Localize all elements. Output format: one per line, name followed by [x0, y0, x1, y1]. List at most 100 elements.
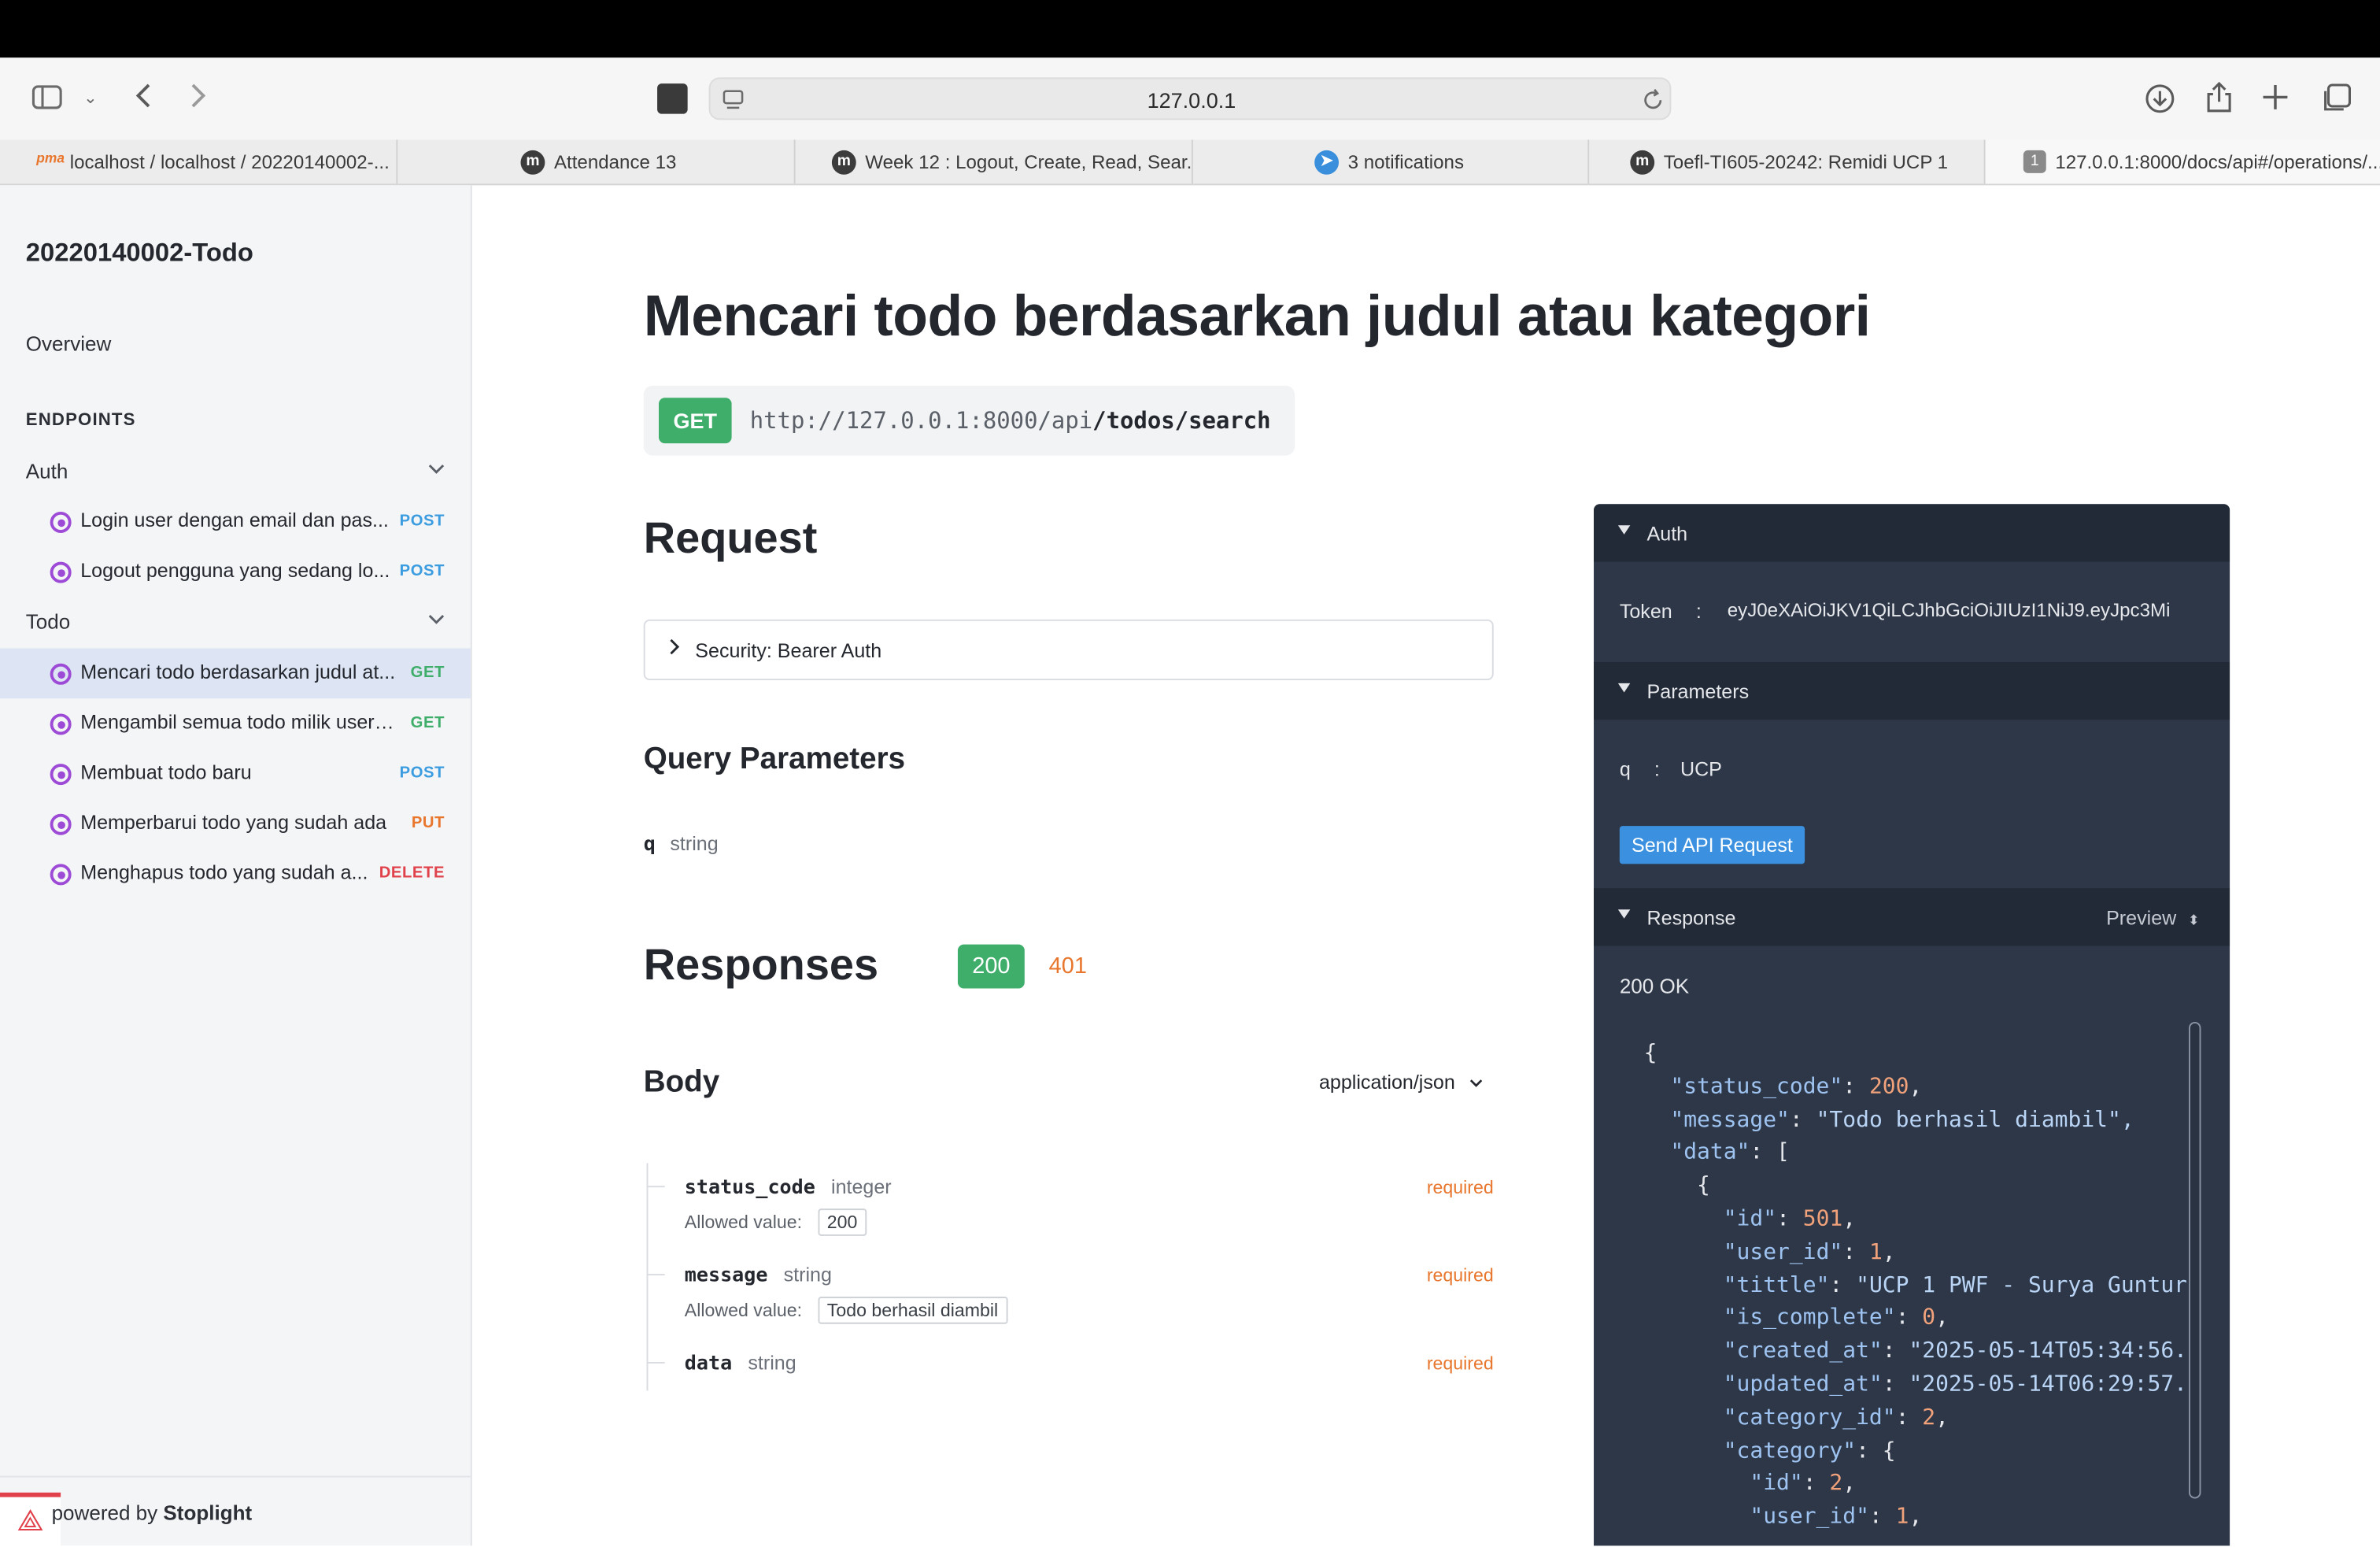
separator: : [1654, 757, 1660, 781]
sidebar-item-login[interactable]: Login user dengan email dan pas... POST [0, 497, 471, 547]
method-badge: PUT [411, 813, 445, 832]
new-tab-icon[interactable] [2262, 83, 2289, 116]
token-row: Token : [1620, 600, 1702, 623]
endpoint-url: http://127.0.0.1:8000/api/todos/search [750, 407, 1271, 435]
body-heading: Body [643, 1065, 720, 1100]
sidebar-item-get-todos[interactable]: Mengambil semua todo milik user ... GET [0, 698, 471, 749]
moodle-icon: m [520, 150, 545, 175]
json-line: "message": "Todo berhasil diambil", [1670, 1108, 2134, 1132]
sidebar: 20220140002-Todo Overview ENDPOINTS Auth… [0, 185, 472, 1547]
tab-week12[interactable]: m Week 12 : Logout, Create, Read, Sear..… [796, 139, 1193, 184]
field-data: data string required [646, 1349, 1494, 1391]
tab-toefl[interactable]: m Toefl-TI605-20242: Remidi UCP 1 [1589, 139, 1986, 184]
response-tab-200[interactable]: 200 [957, 944, 1025, 989]
tab-attendance[interactable]: m Attendance 13 [397, 139, 796, 184]
endpoint-label: Logout pengguna yang sedang lo... [80, 558, 390, 582]
field-status-code: status_code integer required Allowed val… [646, 1172, 1494, 1248]
json-line: "category": { [1723, 1438, 1896, 1464]
moodle-icon: m [831, 150, 856, 175]
param-type: string [670, 831, 719, 855]
parameters-section-header[interactable]: Parameters [1594, 661, 2230, 720]
back-icon[interactable] [134, 82, 152, 114]
json-line: "updated_at": "2025-05-14T06:29:57. [1723, 1372, 2188, 1397]
allowed-label: Allowed value: [684, 1212, 803, 1234]
endpoint-label: Mengambil semua todo milik user ... [80, 710, 397, 734]
tab-notifications[interactable]: ➤ 3 notifications [1193, 139, 1590, 184]
json-line: "user_id": 1, [1723, 1240, 1896, 1265]
tab-phpmyadmin[interactable]: pma localhost / localhost / 20220140002-… [0, 139, 398, 184]
send-api-request-button[interactable]: Send API Request [1619, 826, 1805, 864]
sidebar-item-overview[interactable]: Overview [26, 332, 112, 355]
forward-icon[interactable] [190, 82, 208, 114]
sidebar-group-todo[interactable]: Todo [26, 610, 445, 633]
sidebar-item-delete-todo[interactable]: Menghapus todo yang sudah a... DELETE [0, 849, 471, 899]
required-label: required [1426, 1264, 1494, 1286]
endpoint-icon [50, 713, 72, 735]
json-line: "user_id": 1, [1750, 1504, 1923, 1530]
menu-bar [0, 0, 2380, 58]
json-line: "is_complete": 0, [1723, 1306, 1949, 1331]
tab-label: Attendance 13 [553, 151, 677, 173]
response-json: { "status_code": 200, "message": "Todo b… [1644, 1038, 2187, 1535]
caret-down-icon [1617, 909, 1631, 919]
field-name: message [684, 1264, 768, 1288]
field-type: integer [830, 1175, 892, 1198]
field-message: message string required Allowed value: T… [646, 1260, 1494, 1336]
sidebar-item-search-todo[interactable]: Mencari todo berdasarkan judul at... GET [0, 648, 471, 699]
chevron-right-icon [668, 638, 680, 661]
telegram-icon: ➤ [1314, 150, 1340, 175]
json-line: "id": 2, [1750, 1471, 1857, 1497]
method-badge: DELETE [379, 864, 445, 883]
token-label: Token [1619, 599, 1672, 623]
auth-section-header[interactable]: Auth [1594, 504, 2230, 562]
footer-prefix: powered by [51, 1501, 164, 1525]
method-badge: POST [399, 561, 445, 580]
chevron-down-icon[interactable]: ⌄ [83, 85, 98, 113]
sidebar-toggle-icon[interactable] [31, 85, 63, 114]
endpoint-label: Login user dengan email dan pas... [80, 509, 389, 532]
response-status: 200 OK [1619, 975, 1690, 998]
caret-down-icon [1617, 525, 1631, 535]
sidebar-item-create-todo[interactable]: Membuat todo baru POST [0, 749, 471, 799]
share-icon[interactable] [2205, 80, 2233, 118]
caret-down-icon [1617, 683, 1631, 693]
json-line: "id": 501, [1723, 1207, 1857, 1232]
reload-icon[interactable] [1643, 88, 1664, 119]
param-input[interactable]: UCP [1680, 757, 1722, 780]
sidebar-group-auth[interactable]: Auth [26, 460, 445, 483]
allowed-value: 200 [818, 1208, 867, 1236]
preview-select[interactable]: Preview ⬍ [2106, 906, 2199, 929]
security-accordion[interactable]: Security: Bearer Auth [643, 619, 1494, 681]
separator: : [1695, 599, 1702, 623]
preview-label: Preview [2106, 906, 2177, 930]
endpoint-label: Memperbarui todo yang sudah ada [80, 810, 387, 834]
phpmyadmin-icon: pma [36, 150, 65, 166]
group-label: Todo [25, 610, 71, 634]
address-bar[interactable]: 127.0.0.1 [708, 77, 1672, 120]
tab-label: Week 12 : Logout, Create, Read, Sear... [865, 151, 1193, 173]
endpoint-icon [50, 764, 72, 786]
sidebar-item-update-todo[interactable]: Memperbarui todo yang sudah ada PUT [0, 798, 471, 849]
endpoint-icon [50, 663, 72, 685]
json-scrollbar[interactable] [2189, 1021, 2201, 1499]
tab-api-docs[interactable]: 1 127.0.0.1:8000/docs/api#/operations/..… [1985, 139, 2380, 184]
download-icon[interactable] [2145, 83, 2175, 118]
chevron-down-icon [428, 612, 445, 630]
token-input[interactable]: eyJ0eXAiOiJKV1QiLCJhbGciOiJIUzI1NiJ9.eyJ… [1728, 600, 2213, 621]
endpoint-icon [50, 561, 72, 583]
response-section-header[interactable]: Response Preview ⬍ [1594, 888, 2230, 946]
footer-brand: Stoplight [163, 1501, 253, 1525]
tree-tick [646, 1186, 665, 1188]
allowed-value: Todo berhasil diambil [818, 1297, 1007, 1324]
json-line: "data": [ [1670, 1141, 1790, 1165]
powered-by-footer[interactable]: ⟁ powered by Stoplight [0, 1475, 471, 1547]
response-tab-401[interactable]: 401 [1049, 953, 1087, 979]
content-type-value: application/json [1318, 1070, 1455, 1094]
content-type-select[interactable]: application/json [1319, 1071, 1484, 1094]
sidebar-item-logout[interactable]: Logout pengguna yang sedang lo... POST [0, 546, 471, 597]
required-label: required [1426, 1176, 1494, 1198]
param-name: q [643, 833, 656, 857]
tab-overview-icon[interactable] [2321, 83, 2352, 118]
field-type: string [783, 1263, 832, 1286]
tab-bar: pma localhost / localhost / 20220140002-… [0, 139, 2380, 186]
